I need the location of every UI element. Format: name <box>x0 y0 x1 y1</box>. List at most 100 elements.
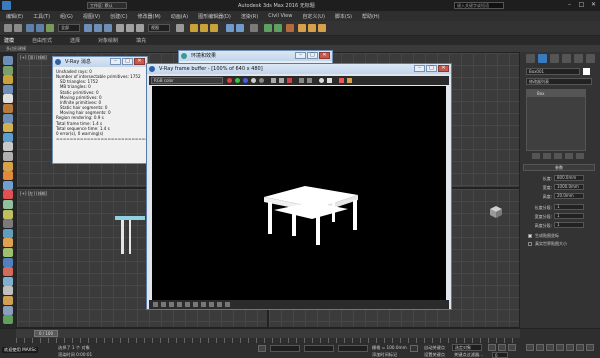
save-image-icon[interactable] <box>271 78 276 83</box>
move-icon[interactable] <box>116 24 124 32</box>
menu-item[interactable]: 修改器(M) <box>138 13 161 20</box>
parameter-spinner[interactable]: 800.0mm <box>554 175 584 181</box>
key-filters-button[interactable]: 关键点过滤器... <box>454 352 483 358</box>
create-tab-icon[interactable] <box>526 54 535 63</box>
undo-icon[interactable] <box>4 24 12 32</box>
menu-item[interactable]: Civil View <box>268 13 292 19</box>
srgb-icon[interactable] <box>201 302 206 307</box>
play-icon[interactable] <box>508 344 516 351</box>
zoom-extents-all-icon[interactable] <box>556 344 564 351</box>
select-by-name-icon[interactable] <box>94 24 102 32</box>
previous-frame-icon[interactable] <box>498 344 506 351</box>
render-production-icon[interactable] <box>318 24 326 32</box>
object-color-swatch[interactable] <box>583 68 590 75</box>
ribbon-tab[interactable]: 填充 <box>136 37 146 44</box>
redo-icon[interactable] <box>14 24 22 32</box>
cone-icon[interactable] <box>3 161 13 171</box>
current-frame-field[interactable]: 0 <box>492 352 508 358</box>
snap-icon[interactable] <box>190 24 198 32</box>
maximize-icon[interactable]: □ <box>577 1 586 9</box>
text-icon[interactable] <box>3 219 13 229</box>
ellipse-icon[interactable] <box>3 296 13 305</box>
selected-dropdown[interactable]: 选定对象 <box>452 344 482 351</box>
maximize-icon[interactable]: □ <box>426 65 437 72</box>
monochrome-icon[interactable] <box>259 78 264 83</box>
menu-item[interactable]: 图形编辑器(D) <box>198 13 231 20</box>
track-bar[interactable] <box>16 338 520 343</box>
line-icon[interactable] <box>3 228 13 238</box>
close-icon[interactable]: ✕ <box>438 65 449 72</box>
box-icon[interactable] <box>3 142 13 152</box>
ribbon-tab[interactable]: 建模 <box>4 37 14 44</box>
modifier-stack-item[interactable]: Box <box>527 90 585 97</box>
channel-dropdown[interactable]: RGB color <box>151 77 223 84</box>
modifier-list-dropdown[interactable]: 修改器列表 <box>526 78 592 85</box>
parameter-spinner[interactable]: 1 <box>554 204 584 210</box>
stamp-icon[interactable] <box>225 302 230 307</box>
generate-mapping-checkbox[interactable]: 生成贴图坐标 <box>528 233 559 239</box>
minimize-icon[interactable]: – <box>414 65 425 72</box>
cylinder-icon[interactable] <box>3 152 13 161</box>
minimize-icon[interactable]: – <box>295 52 306 59</box>
zoom-extents-icon[interactable] <box>546 344 554 351</box>
environment-titlebar[interactable]: 环境和效果 – □ ✕ <box>179 51 332 61</box>
ocio-icon[interactable] <box>217 302 222 307</box>
zoom-icon[interactable] <box>526 344 534 351</box>
maximize-icon[interactable]: □ <box>307 52 318 59</box>
parameter-spinner[interactable]: 1000.0mm <box>554 184 584 190</box>
link-to-renderer-icon[interactable] <box>327 78 332 83</box>
real-world-map-checkbox[interactable]: 真实世界贴图大小 <box>528 241 567 247</box>
blue-channel-icon[interactable] <box>243 78 248 83</box>
history-icon[interactable] <box>169 302 174 307</box>
spacewarps-icon[interactable] <box>3 104 13 113</box>
add-time-tag[interactable]: 添加时间标记 <box>372 352 397 358</box>
x-coordinate-field[interactable] <box>270 345 300 352</box>
schematic-view-icon[interactable] <box>274 24 282 32</box>
modify-tab-icon[interactable] <box>538 54 547 63</box>
minimize-icon[interactable]: – <box>110 58 121 65</box>
parameters-rollout[interactable]: 参数 <box>523 164 595 171</box>
sphere-icon[interactable] <box>3 123 13 133</box>
viewcube-icon[interactable] <box>487 205 505 219</box>
minimize-icon[interactable]: – <box>565 1 574 9</box>
lights-icon[interactable] <box>3 75 13 85</box>
go-to-start-icon[interactable] <box>488 344 496 351</box>
lut-icon[interactable] <box>209 302 214 307</box>
link-icon[interactable] <box>26 24 34 32</box>
modifier-stack[interactable]: Box <box>526 89 586 151</box>
bind-spacewarp-icon[interactable] <box>46 24 54 32</box>
levels-icon[interactable] <box>177 302 182 307</box>
time-slider[interactable]: 0 / 100 <box>34 330 58 337</box>
menu-item[interactable]: 动画(A) <box>171 13 188 20</box>
menu-item[interactable]: 创建(C) <box>110 13 127 20</box>
menu-item[interactable]: 编辑(E) <box>6 13 23 20</box>
show-end-result-icon[interactable] <box>543 153 551 159</box>
curve-icon[interactable] <box>185 302 190 307</box>
view-clamped-icon[interactable] <box>161 302 166 307</box>
parameter-spinner[interactable]: 1 <box>554 213 584 219</box>
object-name-field[interactable]: Box001 <box>526 68 580 75</box>
star-icon[interactable] <box>3 267 13 277</box>
teapot-icon[interactable] <box>3 132 13 142</box>
donut-icon[interactable] <box>3 305 13 315</box>
cameras-icon[interactable] <box>3 84 13 94</box>
configure-modifier-sets-icon[interactable] <box>576 153 584 159</box>
menu-item[interactable]: 帮助(H) <box>362 13 380 20</box>
make-unique-icon[interactable] <box>554 153 562 159</box>
stop-render-icon[interactable] <box>339 78 344 83</box>
rectangle-selection-icon[interactable] <box>104 24 112 32</box>
pan-icon[interactable] <box>576 344 584 351</box>
menu-item[interactable]: 视图(V) <box>83 13 100 20</box>
app-logo-icon[interactable] <box>2 1 11 10</box>
copy-to-max-icon[interactable] <box>299 78 304 83</box>
hierarchy-tab-icon[interactable] <box>550 54 559 63</box>
reference-coordinate-dropdown[interactable]: 视图 <box>148 24 170 32</box>
pin-stack-icon[interactable] <box>532 153 540 159</box>
red-channel-icon[interactable] <box>227 78 232 83</box>
time-slider-track[interactable]: 0 / 100 <box>16 329 520 338</box>
field-of-view-icon[interactable] <box>566 344 574 351</box>
helix-icon[interactable] <box>3 276 13 286</box>
utilities-tab-icon[interactable] <box>586 54 595 63</box>
menu-item[interactable]: 渲染(R) <box>241 13 258 20</box>
y-coordinate-field[interactable] <box>304 345 334 352</box>
